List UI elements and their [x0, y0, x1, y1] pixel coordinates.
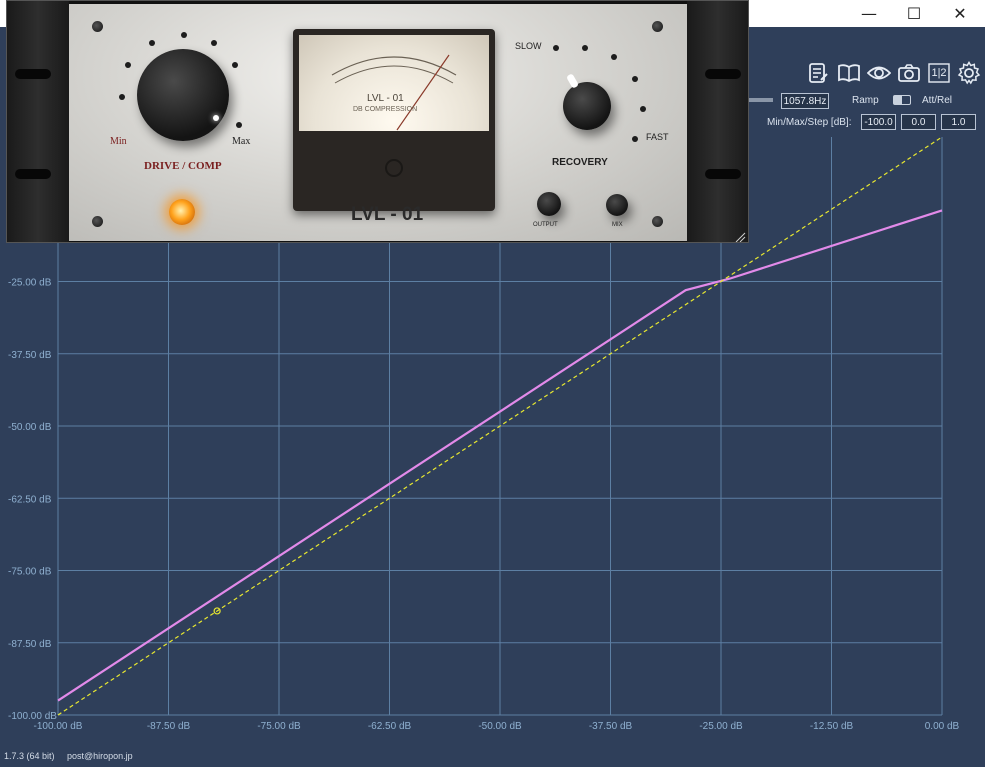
- screw-icon: [92, 21, 103, 32]
- scale-dot: [582, 45, 588, 51]
- eye-icon[interactable]: [866, 60, 892, 86]
- drive-knob[interactable]: [137, 49, 229, 141]
- scale-dot: [149, 40, 155, 46]
- toggle-knob: [894, 96, 902, 104]
- scale-dot: [232, 62, 238, 68]
- y-tick-label: -37.50 dB: [8, 350, 52, 361]
- max-field[interactable]: 0.0: [901, 114, 936, 130]
- screw-icon: [92, 216, 103, 227]
- x-tick-label: -25.00 dB: [699, 721, 743, 732]
- mix-knob[interactable]: [606, 194, 628, 216]
- scale-dot: [553, 45, 559, 51]
- scale-dot: [181, 32, 187, 38]
- y-tick-label: -100.00 dB: [8, 711, 57, 722]
- recovery-knob[interactable]: [563, 73, 611, 130]
- frequency-field[interactable]: 1057.8Hz: [781, 93, 829, 109]
- x-tick-label: -100.00 dB: [34, 721, 83, 732]
- meter-scale-icon: [331, 54, 457, 131]
- fast-label: FAST: [646, 132, 669, 142]
- knob-indicator: [565, 73, 580, 89]
- gear-icon[interactable]: [956, 60, 982, 86]
- x-tick-label: -12.50 dB: [810, 721, 854, 732]
- plugin-window: Min Max DRIVE / COMP LVL - 01 DB COMPRES…: [6, 0, 749, 243]
- y-tick-label: -50.00 dB: [8, 422, 52, 433]
- scale-dot: [640, 106, 646, 112]
- slow-label: SLOW: [515, 41, 542, 51]
- screw-icon: [652, 21, 663, 32]
- meter-subtitle: DB COMPRESSION: [353, 106, 418, 113]
- power-lamp-icon: [169, 199, 195, 225]
- recovery-label: RECOVERY: [552, 157, 608, 168]
- min-field[interactable]: -100.0: [861, 114, 896, 130]
- x-tick-label: -50.00 dB: [478, 721, 522, 732]
- ramp-toggle[interactable]: [893, 95, 911, 105]
- compare-label: 1|2: [931, 67, 947, 79]
- meter-screw-icon: [385, 159, 403, 177]
- rack-slot: [15, 169, 51, 179]
- camera-icon[interactable]: [896, 60, 922, 86]
- ramp-label: Ramp: [852, 95, 879, 106]
- frequency-slider[interactable]: [749, 98, 773, 102]
- x-tick-label: -75.00 dB: [257, 721, 301, 732]
- step-field[interactable]: 1.0: [941, 114, 976, 130]
- vu-meter: LVL - 01 DB COMPRESSION: [293, 29, 495, 211]
- rack-slot: [705, 169, 741, 179]
- min-label: Min: [110, 136, 127, 147]
- rack-slot: [15, 69, 51, 79]
- email-text: post@hiropon.jp: [67, 751, 133, 761]
- version-text: 1.7.3 (64 bit): [4, 751, 55, 761]
- scale-dot: [236, 122, 242, 128]
- output-knob[interactable]: [537, 192, 561, 216]
- att-rel-label: Att/Rel: [922, 95, 953, 106]
- mix-label: MIX: [612, 222, 623, 228]
- x-tick-label: -37.50 dB: [589, 721, 633, 732]
- minmaxstep-label: Min/Max/Step [dB]:: [767, 117, 852, 128]
- scale-dot: [632, 136, 638, 142]
- y-tick-label: -75.00 dB: [8, 567, 52, 578]
- scale-dot: [125, 62, 131, 68]
- resize-grip-icon[interactable]: [734, 228, 746, 242]
- scale-dot: [119, 94, 125, 100]
- max-label: Max: [232, 136, 251, 147]
- book-icon[interactable]: [836, 60, 862, 86]
- scale-dot: [211, 40, 217, 46]
- scale-dot: [632, 76, 638, 82]
- brand-name: LVL - 01: [351, 204, 424, 225]
- y-tick-label: -87.50 dB: [8, 639, 52, 650]
- rack-slot: [705, 69, 741, 79]
- y-tick-label: -62.50 dB: [8, 494, 52, 505]
- rack-ear-left: [7, 1, 69, 242]
- x-tick-label: -62.50 dB: [368, 721, 412, 732]
- drive-comp-label: DRIVE / COMP: [144, 160, 222, 172]
- faceplate: Min Max DRIVE / COMP LVL - 01 DB COMPRES…: [69, 4, 687, 241]
- meter-face: LVL - 01 DB COMPRESSION: [299, 35, 489, 131]
- x-tick-label: -87.50 dB: [147, 721, 191, 732]
- compare-icon[interactable]: 1|2: [926, 60, 952, 86]
- output-label: OUTPUT: [533, 222, 558, 228]
- rack-ear-right: [687, 1, 748, 242]
- screw-icon: [652, 216, 663, 227]
- scale-dot: [611, 54, 617, 60]
- knob-indicator: [213, 115, 219, 121]
- meter-title: LVL - 01: [367, 93, 404, 104]
- notes-icon[interactable]: [805, 60, 831, 86]
- x-tick-label: 0.00 dB: [925, 721, 960, 732]
- y-tick-label: -25.00 dB: [8, 278, 52, 289]
